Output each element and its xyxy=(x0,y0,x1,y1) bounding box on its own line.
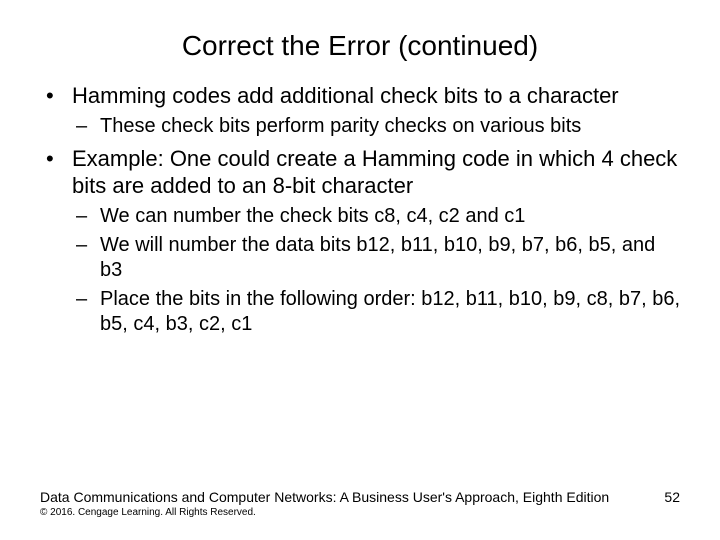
footer-line: Data Communications and Computer Network… xyxy=(40,489,680,505)
sub-bullet-text: We will number the data bits b12, b11, b… xyxy=(100,234,655,281)
bullet-text: Hamming codes add additional check bits … xyxy=(72,83,619,108)
sub-bullet-list: These check bits perform parity checks o… xyxy=(72,114,680,139)
bullet-item: Hamming codes add additional check bits … xyxy=(40,82,680,139)
slide-title: Correct the Error (continued) xyxy=(0,0,720,82)
bullet-item: Example: One could create a Hamming code… xyxy=(40,145,680,337)
sub-bullet-list: We can number the check bits c8, c4, c2 … xyxy=(72,204,680,337)
sub-bullet-item: We will number the data bits b12, b11, b… xyxy=(72,233,680,283)
footer-copyright: © 2016. Cengage Learning. All Rights Res… xyxy=(40,507,680,518)
sub-bullet-text: We can number the check bits c8, c4, c2 … xyxy=(100,205,525,227)
page-number: 52 xyxy=(664,489,680,505)
sub-bullet-text: These check bits perform parity checks o… xyxy=(100,115,581,137)
bullet-list: Hamming codes add additional check bits … xyxy=(40,82,680,337)
slide-content: Hamming codes add additional check bits … xyxy=(0,82,720,337)
sub-bullet-item: These check bits perform parity checks o… xyxy=(72,114,680,139)
slide: Correct the Error (continued) Hamming co… xyxy=(0,0,720,540)
sub-bullet-item: We can number the check bits c8, c4, c2 … xyxy=(72,204,680,229)
bullet-text: Example: One could create a Hamming code… xyxy=(72,146,677,199)
sub-bullet-text: Place the bits in the following order: b… xyxy=(100,288,680,335)
slide-footer: Data Communications and Computer Network… xyxy=(40,489,680,518)
footer-source: Data Communications and Computer Network… xyxy=(40,489,609,505)
sub-bullet-item: Place the bits in the following order: b… xyxy=(72,287,680,337)
